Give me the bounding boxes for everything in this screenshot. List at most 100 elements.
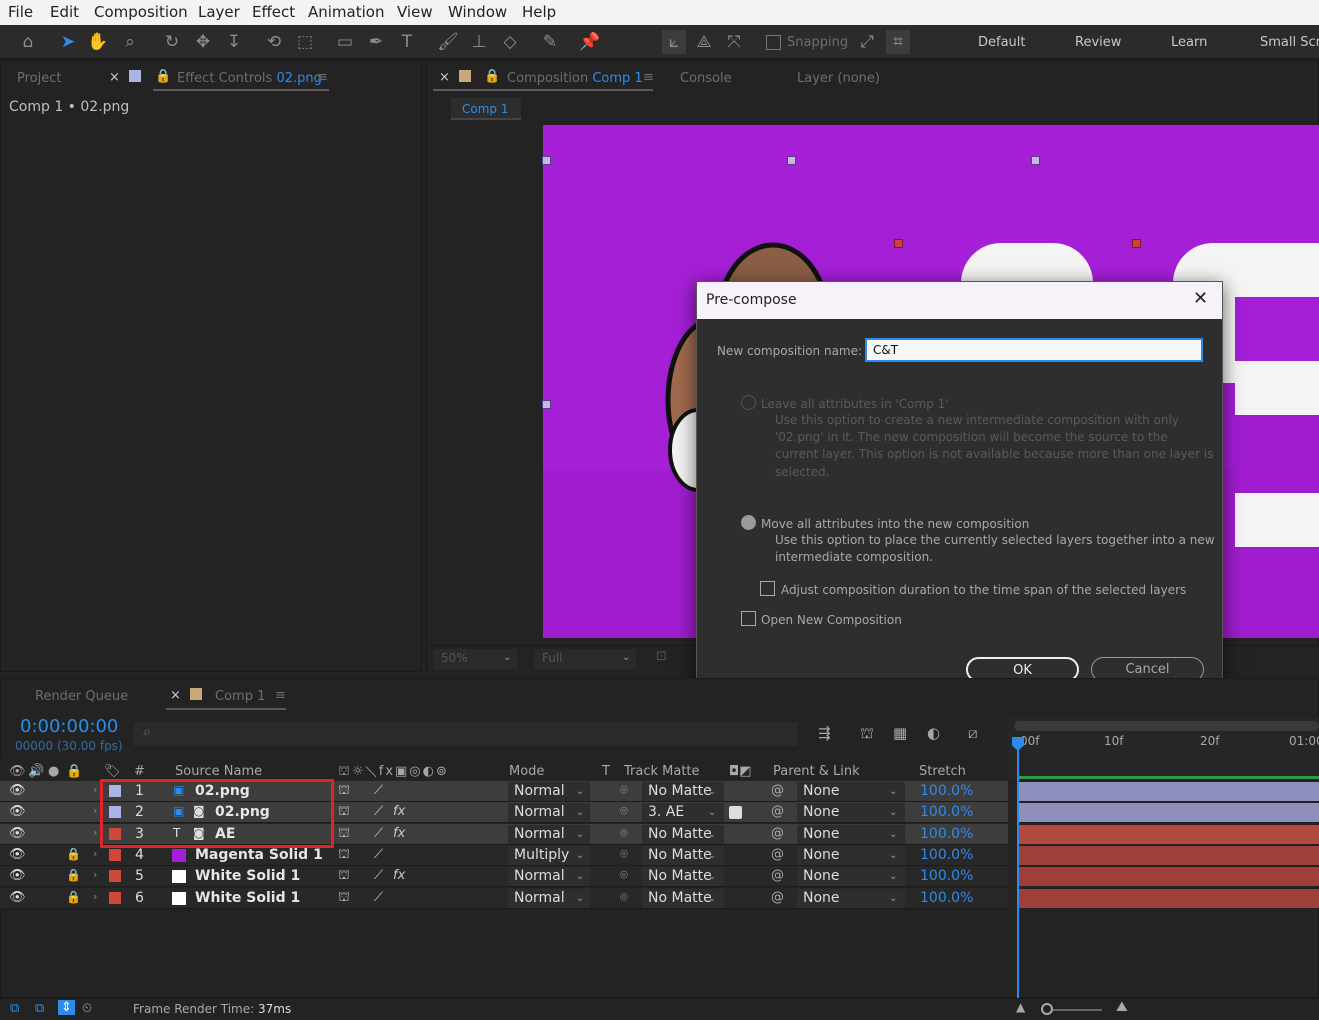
transfer-controls-icon[interactable]: ⧉: [35, 1001, 44, 1016]
stretch-value[interactable]: 100.0%: [920, 826, 973, 842]
roto-brush-icon[interactable]: ✎: [538, 30, 562, 54]
view-axis-icon[interactable]: ⤧: [722, 30, 746, 54]
parent-pickwhip-icon[interactable]: @: [771, 868, 784, 883]
workspace-small-screen[interactable]: Small Scre: [1260, 35, 1319, 50]
close-icon[interactable]: ×: [439, 70, 450, 85]
parent-select[interactable]: None ⌄: [797, 782, 905, 801]
stretch-value[interactable]: 100.0%: [920, 868, 973, 884]
fx-icon[interactable]: fx: [393, 868, 405, 883]
motion-blur-icon[interactable]: ◐: [927, 724, 940, 742]
pan-behind-icon[interactable]: ⬚: [293, 30, 317, 54]
column-mode[interactable]: Mode: [509, 764, 544, 779]
label-tag-icon[interactable]: 🏷: [104, 764, 121, 779]
fx-icon[interactable]: fx: [393, 826, 405, 841]
lock-icon[interactable]: 🔒: [66, 847, 81, 861]
parent-pickwhip-icon[interactable]: @: [771, 890, 784, 905]
rotation-tool-icon[interactable]: ⟲: [262, 30, 286, 54]
menu-layer[interactable]: Layer: [198, 3, 240, 21]
menu-effect[interactable]: Effect: [252, 3, 295, 21]
snap-icon[interactable]: ⤢: [855, 30, 879, 54]
pan-camera-icon[interactable]: ✥: [191, 30, 215, 54]
switches-icons[interactable]: ⛫☼⟍fx▣◎◐⊚: [338, 764, 449, 781]
fx-icon[interactable]: fx: [393, 804, 405, 819]
matte-link-icon[interactable]: ⌾: [620, 890, 628, 905]
expand-chevron-icon[interactable]: ›: [93, 868, 97, 881]
expand-chevron-icon[interactable]: ›: [93, 783, 97, 796]
graph-editor-icon[interactable]: ⧄: [968, 724, 978, 742]
lock-icon[interactable]: 🔒: [484, 69, 500, 84]
current-timecode[interactable]: 0:00:00:00: [20, 716, 118, 737]
parent-select[interactable]: None ⌄: [797, 845, 905, 865]
quality-icon[interactable]: ⟋: [374, 868, 383, 883]
home-icon[interactable]: ⌂: [16, 30, 40, 54]
layer-duration-bar[interactable]: [1018, 782, 1319, 801]
column-stretch[interactable]: Stretch: [919, 764, 966, 779]
close-icon[interactable]: ✕: [1193, 288, 1208, 309]
transform-handle[interactable]: [542, 156, 551, 165]
clone-stamp-icon[interactable]: ⊥: [467, 30, 491, 54]
hand-tool-icon[interactable]: ✋: [86, 30, 110, 54]
layer-duration-bar[interactable]: [1018, 824, 1319, 844]
parent-pickwhip-icon[interactable]: @: [771, 783, 784, 798]
stretch-value[interactable]: 100.0%: [920, 890, 973, 906]
visibility-icon[interactable]: 👁: [9, 890, 26, 905]
menu-help[interactable]: Help: [522, 3, 556, 21]
matte-link-icon[interactable]: ⌾: [620, 826, 628, 841]
parent-select[interactable]: None ⌄: [797, 824, 905, 844]
lock-icon[interactable]: 🔒: [66, 868, 81, 882]
lock-icon[interactable]: 🔒: [66, 764, 82, 779]
label-color[interactable]: [109, 891, 121, 904]
expand-chevron-icon[interactable]: ›: [93, 847, 97, 860]
flow-tab[interactable]: Comp 1: [451, 98, 521, 120]
stretch-value[interactable]: 100.0%: [920, 783, 973, 799]
track-matte-select[interactable]: No Matte ⌄: [642, 824, 724, 844]
eraser-tool-icon[interactable]: ◇: [498, 30, 522, 54]
snapping-checkbox[interactable]: [766, 35, 781, 50]
tab-composition[interactable]: Composition Comp 1: [507, 71, 643, 86]
matte-alpha-icon[interactable]: [729, 806, 742, 820]
shy-icon[interactable]: ⛫: [338, 783, 350, 800]
matte-link-icon[interactable]: ⌾: [620, 783, 628, 798]
stretch-value[interactable]: 100.0%: [920, 847, 973, 863]
work-area-bar[interactable]: [1014, 721, 1319, 731]
matte-switch-icons[interactable]: ◘◩: [729, 764, 752, 779]
playhead[interactable]: [1017, 740, 1019, 998]
layer-name[interactable]: Magenta Solid 1: [195, 847, 323, 863]
layer-search-input[interactable]: ⌕: [133, 722, 797, 746]
visibility-icon[interactable]: 👁: [9, 804, 26, 819]
puppet-pin-icon[interactable]: 📌: [578, 30, 602, 54]
quality-icon[interactable]: ⟋: [374, 890, 383, 905]
lock-icon[interactable]: 🔒: [66, 890, 81, 904]
local-axis-icon[interactable]: ⟀: [662, 30, 686, 54]
panel-menu-icon[interactable]: ≡: [643, 70, 654, 85]
workspace-review[interactable]: Review: [1075, 35, 1121, 50]
tab-render-queue[interactable]: Render Queue: [35, 689, 128, 704]
column-parent-link[interactable]: Parent & Link: [773, 764, 860, 779]
parent-pickwhip-icon[interactable]: @: [771, 847, 784, 862]
visibility-icon[interactable]: 👁: [9, 826, 26, 841]
type-tool-icon[interactable]: T: [395, 30, 419, 54]
menu-animation[interactable]: Animation: [308, 3, 384, 21]
orbit-camera-icon[interactable]: ↻: [160, 30, 184, 54]
mode-select[interactable]: Normal ⌄: [508, 782, 590, 801]
visibility-icon[interactable]: 👁: [9, 783, 26, 798]
quality-icon[interactable]: ⟋: [374, 847, 383, 862]
shy-layers-icon[interactable]: ⛫: [860, 724, 874, 744]
parent-select[interactable]: None ⌄: [797, 888, 905, 908]
transform-handle[interactable]: [1031, 156, 1040, 165]
shy-icon[interactable]: ⛫: [338, 868, 350, 885]
transform-handle[interactable]: [894, 239, 903, 248]
world-axis-icon[interactable]: ⟁: [692, 30, 716, 54]
track-matte-select[interactable]: No Matte ⌄: [642, 888, 724, 908]
zoom-tool-icon[interactable]: ⌕: [118, 30, 142, 54]
pen-tool-icon[interactable]: ✒: [364, 30, 388, 54]
menu-view[interactable]: View: [397, 3, 433, 21]
layer-row[interactable]: 👁 🔒 › 6 White Solid 1 ⛫ ⟋ Normal ⌄ ⌾ No Matte ⌄ @ Non…: [0, 887, 1008, 909]
menu-file[interactable]: File: [8, 3, 33, 21]
region-of-interest-icon[interactable]: ⊡: [656, 649, 667, 664]
workspace-default[interactable]: Default: [978, 35, 1026, 50]
rectangle-tool-icon[interactable]: ▭: [333, 30, 357, 54]
layer-name[interactable]: White Solid 1: [195, 890, 300, 906]
audio-icon[interactable]: 🔊: [28, 764, 44, 779]
parent-select[interactable]: None ⌄: [797, 803, 905, 823]
